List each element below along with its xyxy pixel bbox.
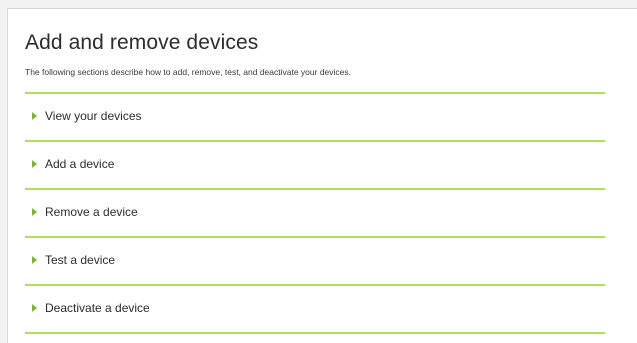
section-label: Test a device — [45, 253, 116, 267]
expand-arrow-icon — [32, 160, 37, 168]
section-add-device[interactable]: Add a device — [25, 142, 605, 190]
section-label: Deactivate a device — [45, 301, 150, 315]
section-test-device[interactable]: Test a device — [25, 238, 605, 286]
expand-arrow-icon — [32, 304, 37, 312]
section-deactivate-device[interactable]: Deactivate a device — [25, 286, 605, 334]
content-card: Add and remove devices The following sec… — [7, 8, 637, 343]
section-remove-device[interactable]: Remove a device — [25, 190, 605, 238]
section-list: View your devices Add a device Remove a … — [25, 92, 605, 334]
expand-arrow-icon — [32, 208, 37, 216]
expand-arrow-icon — [32, 112, 37, 120]
page-title: Add and remove devices — [25, 31, 259, 54]
section-view-devices[interactable]: View your devices — [25, 94, 605, 142]
section-label: Remove a device — [45, 205, 138, 219]
expand-arrow-icon — [32, 256, 37, 264]
page-description: The following sections describe how to a… — [25, 67, 352, 77]
section-label: View your devices — [45, 109, 142, 123]
section-label: Add a device — [45, 157, 115, 171]
